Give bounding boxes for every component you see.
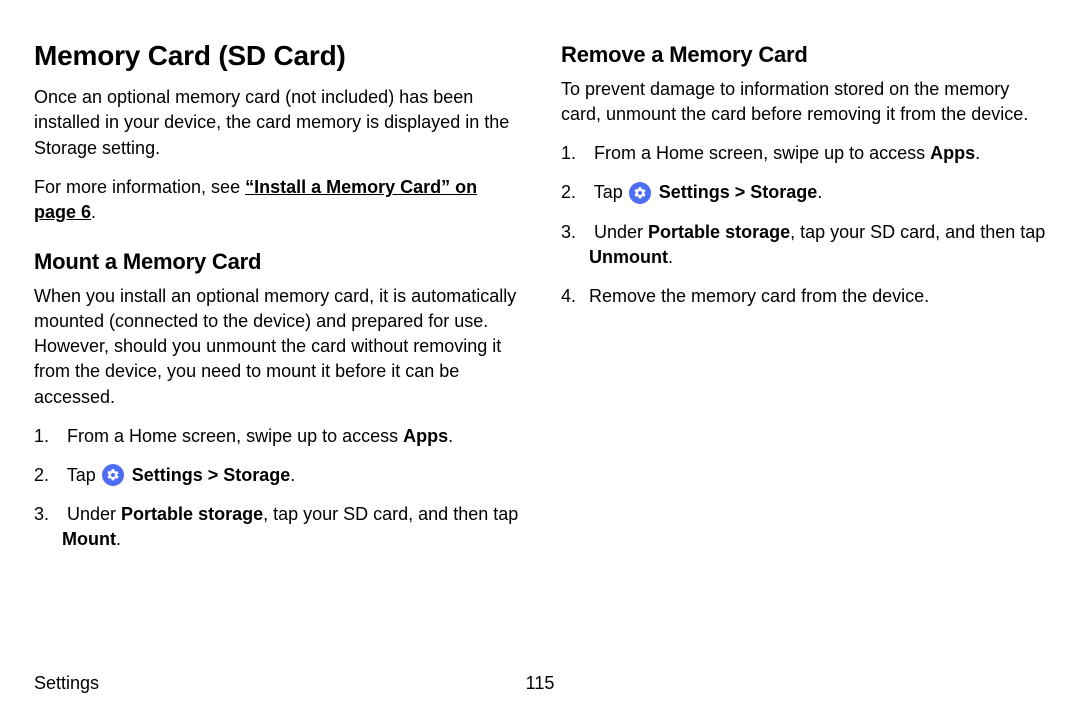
apps-label: Apps [930,143,975,163]
remove-step-4: Remove the memory card from the device. [561,284,1046,309]
remove-step-2-prefix: Tap [594,182,628,202]
mount-intro: When you install an optional memory card… [34,284,519,410]
mount-label: Mount [62,529,116,549]
mount-step-1: From a Home screen, swipe up to access A… [34,424,519,449]
portable-storage-label: Portable storage [121,504,263,524]
remove-step-2: Tap Settings > Storage. [561,180,1046,205]
more-info-prefix: For more information, see [34,177,245,197]
mount-steps-list: From a Home screen, swipe up to access A… [34,424,519,553]
mount-step-1-suffix: . [448,426,453,446]
page-columns: Memory Card (SD Card) Once an optional m… [34,36,1046,567]
mount-step-2: Tap Settings > Storage. [34,463,519,488]
remove-steps-list: From a Home screen, swipe up to access A… [561,141,1046,309]
mount-step-1-text: From a Home screen, swipe up to access [67,426,403,446]
mount-heading: Mount a Memory Card [34,247,519,278]
settings-storage-path: Settings > Storage [132,465,291,485]
left-column: Memory Card (SD Card) Once an optional m… [34,36,519,567]
page-footer: Settings 115 [34,671,1046,696]
mount-step-2-prefix: Tap [67,465,101,485]
remove-step-1-suffix: . [975,143,980,163]
remove-step-1-text: From a Home screen, swipe up to access [594,143,930,163]
page-title: Memory Card (SD Card) [34,36,519,75]
more-info-suffix: . [91,202,96,222]
remove-step-3-mid: , tap your SD card, and then tap [790,222,1045,242]
remove-heading: Remove a Memory Card [561,40,1046,71]
settings-icon [102,464,124,486]
mount-step-3: Under Portable storage, tap your SD card… [34,502,519,552]
mount-step-2-suffix: . [290,465,295,485]
right-column: Remove a Memory Card To prevent damage t… [561,36,1046,567]
mount-step-3-suffix: . [116,529,121,549]
portable-storage-label: Portable storage [648,222,790,242]
settings-storage-path: Settings > Storage [659,182,818,202]
remove-step-1: From a Home screen, swipe up to access A… [561,141,1046,166]
remove-intro: To prevent damage to information stored … [561,77,1046,127]
apps-label: Apps [403,426,448,446]
footer-section-label: Settings [34,671,99,696]
settings-icon [629,182,651,204]
page-number: 115 [526,671,555,696]
more-info-paragraph: For more information, see “Install a Mem… [34,175,519,225]
intro-paragraph: Once an optional memory card (not includ… [34,85,519,161]
remove-step-3-suffix: . [668,247,673,267]
remove-step-3-prefix: Under [594,222,648,242]
unmount-label: Unmount [589,247,668,267]
mount-step-3-prefix: Under [67,504,121,524]
remove-step-3: Under Portable storage, tap your SD card… [561,220,1046,270]
mount-step-3-mid: , tap your SD card, and then tap [263,504,518,524]
remove-step-2-suffix: . [817,182,822,202]
